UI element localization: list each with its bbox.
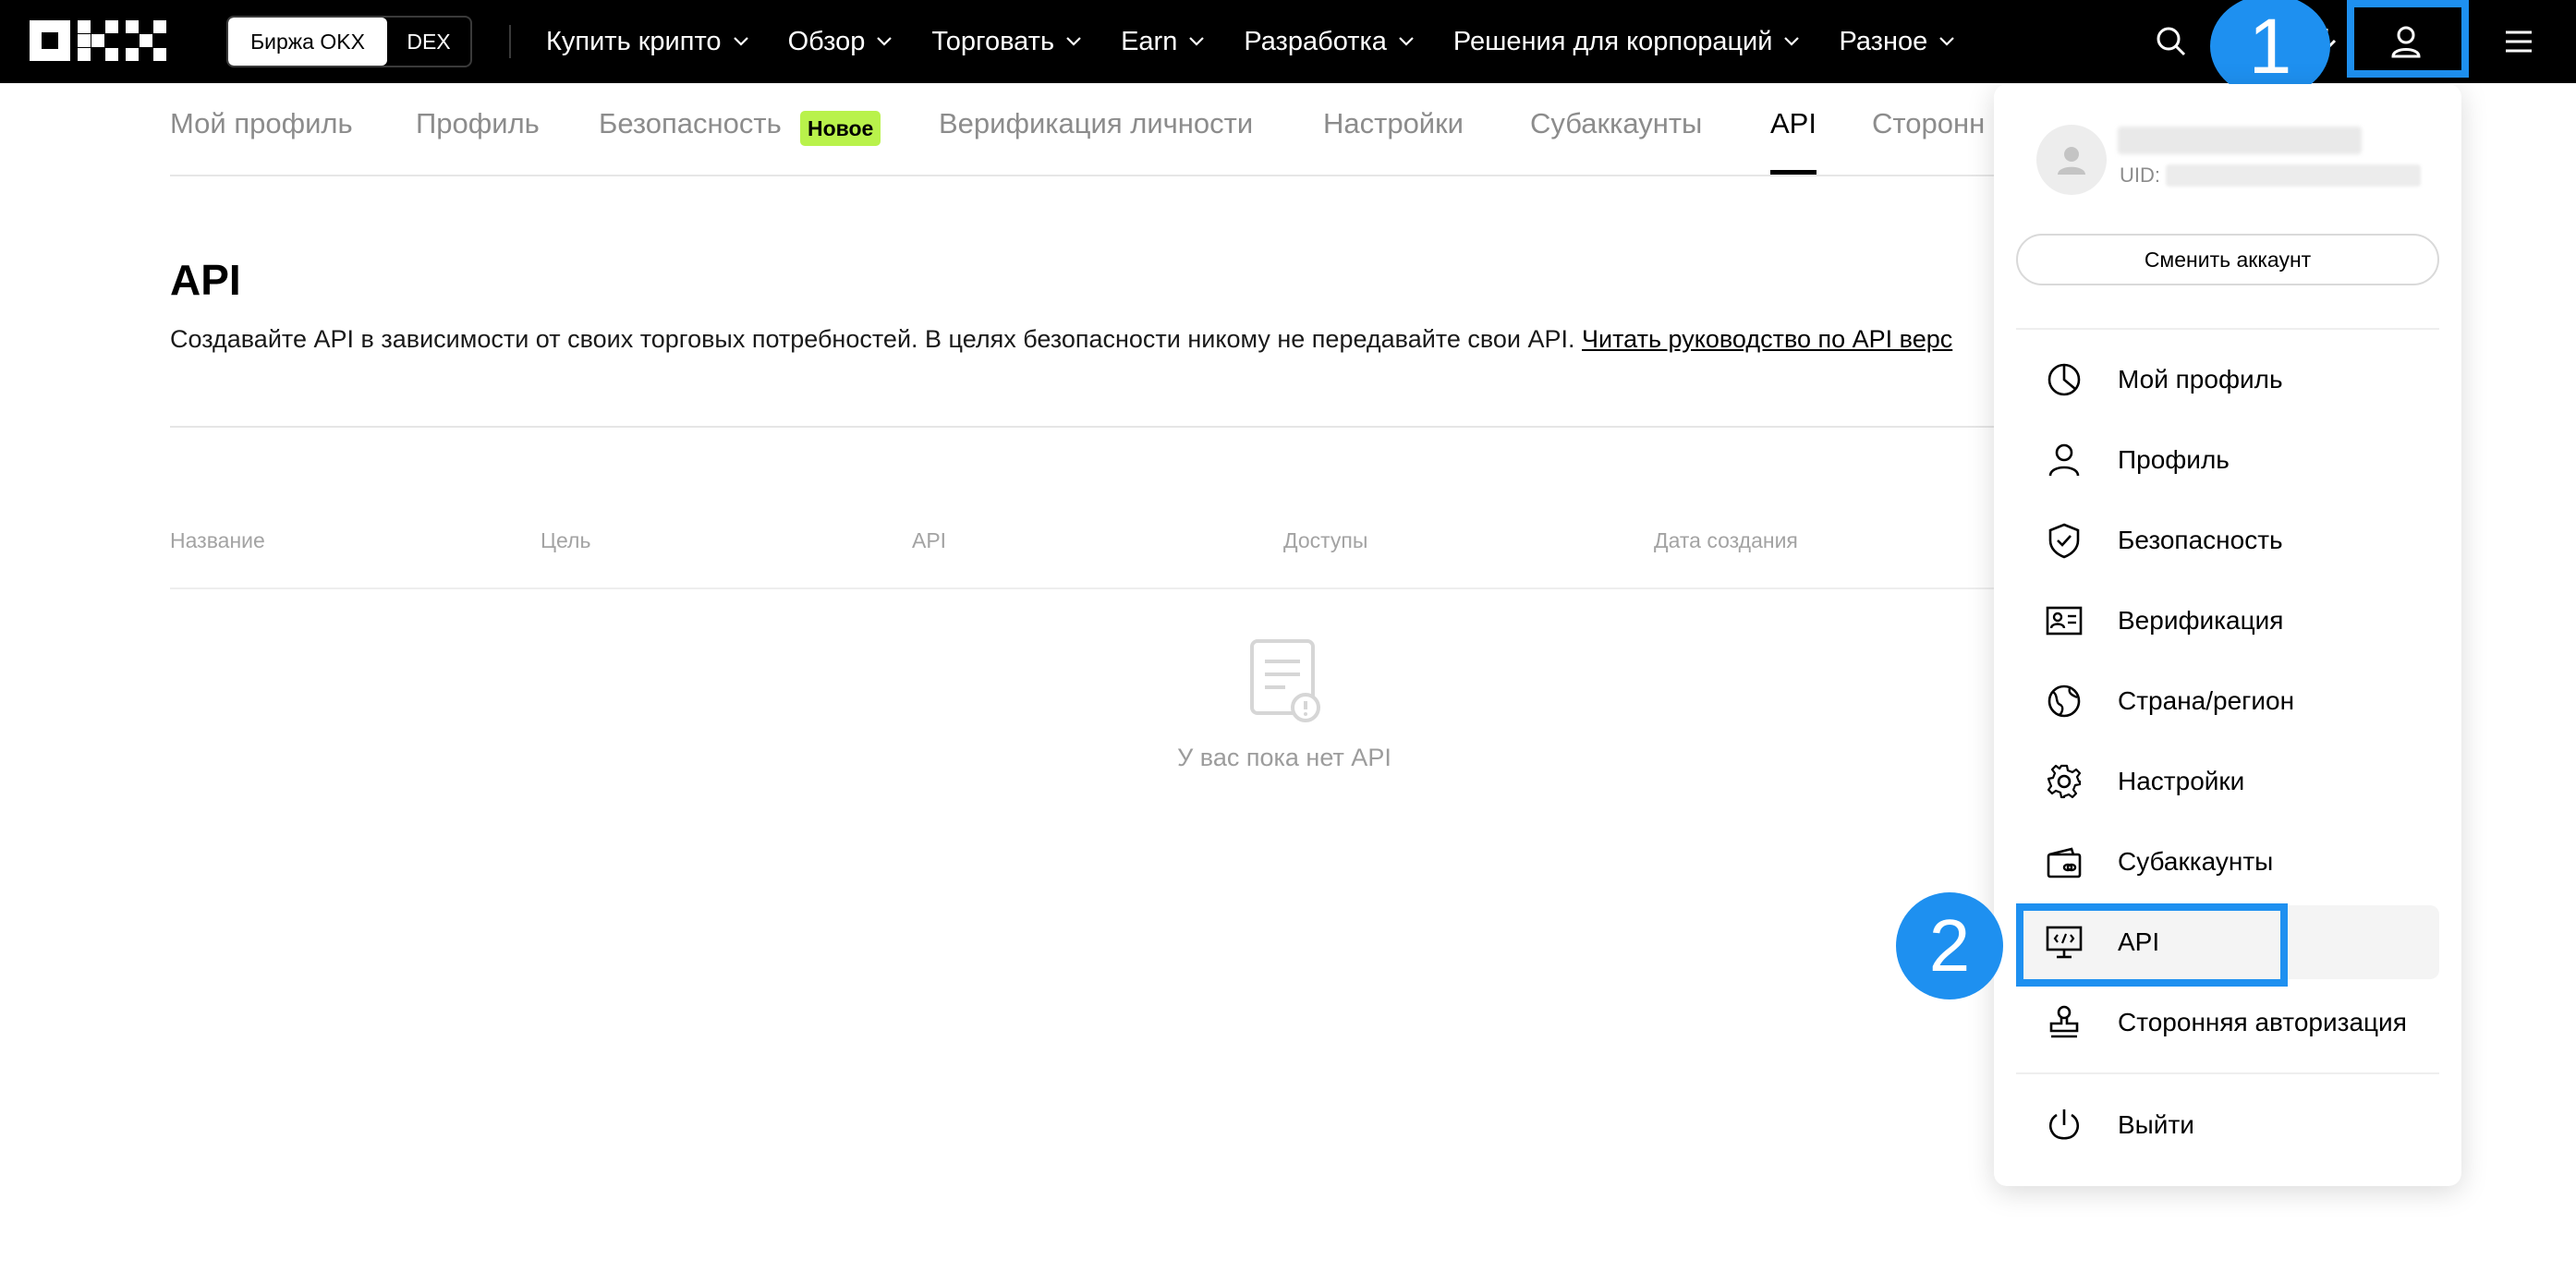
account-dropdown: UID: Сменить аккаунт Мой профиль Профиль… [1994, 84, 2461, 1186]
hamburger-menu-icon[interactable] [2500, 23, 2537, 60]
dropdown-item-settings[interactable]: Настройки [2016, 745, 2439, 818]
globe-icon [2044, 681, 2084, 721]
dropdown-item-label: Сторонняя авторизация [2118, 1008, 2407, 1036]
page-description: Создавайте API в зависимости от своих то… [170, 325, 2046, 354]
api-item-highlight [2016, 903, 2288, 987]
tab-my-profile[interactable]: Мой профиль [170, 107, 353, 140]
column-name: Название [170, 528, 265, 552]
section-divider [170, 426, 2046, 428]
tab-api[interactable]: API [1770, 107, 1817, 140]
id-card-icon [2044, 600, 2084, 641]
dropdown-item-my-profile[interactable]: Мой профиль [2016, 343, 2439, 417]
tab-subaccounts[interactable]: Субаккаунты [1530, 107, 1702, 140]
dropdown-item-label: Профиль [2118, 445, 2230, 474]
logout-label: Выйти [2118, 1110, 2194, 1139]
shield-check-icon [2044, 520, 2084, 561]
tab-profile[interactable]: Профиль [416, 107, 540, 140]
dropdown-item-third-party-authorization[interactable]: Сторонняя авторизация [2016, 986, 2439, 1060]
tab-security[interactable]: Безопасность [599, 107, 782, 140]
empty-document-icon [1250, 639, 1320, 722]
user-icon [2044, 440, 2084, 480]
column-permissions: Доступы [1283, 528, 1368, 552]
dropdown-divider [2016, 1072, 2439, 1074]
dropdown-item-label: Верификация [2118, 606, 2284, 635]
gear-icon [2044, 761, 2084, 802]
dropdown-item-country-region[interactable]: Страна/регион [2016, 664, 2439, 738]
page-title: API [170, 256, 241, 304]
uid-label: UID: [2120, 164, 2160, 187]
pie-chart-icon [2044, 359, 2084, 400]
okx-logo[interactable] [30, 20, 177, 61]
power-icon [2044, 1105, 2084, 1145]
user-name-masked [2118, 127, 2362, 154]
search-icon[interactable] [2153, 23, 2190, 60]
step-2-marker: 2 [1896, 892, 2003, 999]
tab-identity-verification[interactable]: Верификация личности [939, 107, 1253, 140]
avatar [2036, 125, 2107, 195]
dropdown-item-label: Мой профиль [2118, 365, 2283, 394]
dropdown-item-verification[interactable]: Верификация [2016, 584, 2439, 658]
dropdown-item-profile[interactable]: Профиль [2016, 423, 2439, 497]
dropdown-item-security[interactable]: Безопасность [2016, 503, 2439, 577]
dropdown-item-label: Страна/регион [2118, 686, 2295, 715]
dropdown-item-label: Безопасность [2118, 526, 2283, 554]
dropdown-divider [2016, 328, 2439, 330]
empty-state-text: У вас пока нет API [1177, 744, 1391, 771]
dropdown-item-subaccounts[interactable]: Субаккаунты [2016, 825, 2439, 899]
profile-tabs: Мой профиль Профиль Безопасность Новое В… [170, 0, 2046, 176]
api-table-header: Название Цель API Доступы Дата создания [170, 528, 2046, 589]
uid-row: UID: [2120, 162, 2421, 189]
active-tab-underline [1770, 170, 1817, 175]
dropdown-item-label: Субаккаунты [2118, 847, 2274, 876]
user-avatar-icon [2058, 147, 2085, 175]
stamp-icon [2044, 1002, 2084, 1043]
dropdown-item-label: Настройки [2118, 767, 2245, 795]
wallet-link-icon [2044, 842, 2084, 882]
uid-value-masked [2166, 164, 2421, 187]
column-purpose: Цель [541, 528, 591, 552]
description-text: Создавайте API в зависимости от своих то… [170, 325, 1583, 353]
column-api: API [912, 528, 947, 552]
new-badge: Новое [800, 111, 881, 146]
api-guide-link[interactable]: Читать руководство по API верс [1582, 325, 1952, 353]
user-icon-highlight [2347, 0, 2469, 78]
tab-third-party[interactable]: Сторонн [1872, 107, 1985, 140]
column-created-date: Дата создания [1654, 528, 1798, 552]
logout-button[interactable]: Выйти [2016, 1088, 2439, 1162]
switch-account-button[interactable]: Сменить аккаунт [2016, 234, 2439, 285]
tab-settings[interactable]: Настройки [1323, 107, 1464, 140]
